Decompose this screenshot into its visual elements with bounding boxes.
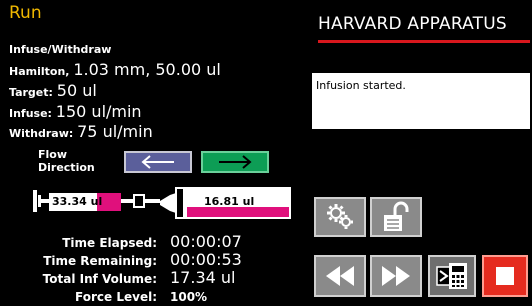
status-message-box: Infusion started.	[312, 73, 530, 129]
program-button[interactable]	[428, 255, 476, 297]
syringe-brand: Hamilton,	[9, 65, 70, 78]
unlock-button[interactable]	[370, 197, 422, 237]
arrow-right-icon	[219, 155, 252, 169]
total-volume-label: Total Inf Volume:	[42, 272, 157, 286]
right-barrel-level: 16.81 ul	[187, 189, 289, 217]
syringe-graphic: 33.34 ul 16.81 ul	[30, 186, 310, 226]
mode-text: Infuse/Withdraw	[9, 43, 112, 56]
arrow-left-icon	[141, 155, 174, 169]
unlock-icon	[384, 201, 409, 231]
fast-forward-icon	[382, 266, 410, 286]
brand-underline	[318, 40, 530, 43]
time-elapsed-label: Time Elapsed:	[62, 236, 157, 250]
total-volume-value: 17.34 ul	[170, 268, 236, 287]
withdraw-direction-button[interactable]	[124, 151, 192, 173]
right-barrel-fill	[187, 207, 289, 217]
time-remaining-value: 00:00:53	[170, 250, 242, 269]
flow-direction-label: Flow Direction	[38, 148, 95, 174]
force-level-label: Force Level:	[75, 290, 157, 304]
time-elapsed-value: 00:00:07	[170, 232, 242, 251]
settings-button[interactable]	[314, 197, 366, 237]
right-volume-label: 16.81 ul	[204, 195, 255, 208]
withdraw-rate-line: Withdraw: 75 ul/min	[9, 122, 153, 141]
gears-icon	[327, 204, 353, 229]
left-barrel-level: 33.34 ul	[49, 193, 121, 211]
target-line: Target: 50 ul	[9, 81, 97, 100]
rewind-icon	[326, 266, 354, 286]
stop-icon	[496, 267, 514, 285]
withdraw-label: Withdraw:	[9, 127, 74, 140]
brand-name: HARVARD APPARATUS	[318, 14, 507, 34]
syringe-spec: 1.03 mm, 50.00 ul	[73, 60, 221, 79]
infuse-label: Infuse:	[9, 107, 52, 120]
time-remaining-label: Time Remaining:	[43, 254, 157, 268]
left-volume-label: 33.34 ul	[52, 195, 103, 208]
fast-forward-button[interactable]	[370, 255, 422, 297]
infuse-rate-line: Infuse: 150 ul/min	[9, 102, 142, 121]
target-value: 50 ul	[56, 81, 97, 100]
infuse-value: 150 ul/min	[55, 102, 142, 121]
force-level-value: 100%	[170, 290, 208, 304]
rewind-button[interactable]	[314, 255, 366, 297]
flow-label-line2: Direction	[38, 161, 95, 174]
screen-title: Run	[9, 3, 42, 23]
flow-label-line1: Flow	[38, 148, 68, 161]
infuse-direction-button[interactable]	[201, 151, 269, 173]
target-label: Target:	[9, 86, 53, 99]
syringe-line: Hamilton, 1.03 mm, 50.00 ul	[9, 60, 221, 79]
withdraw-value: 75 ul/min	[77, 122, 153, 141]
program-icon	[436, 263, 467, 289]
stop-button[interactable]	[482, 255, 528, 297]
